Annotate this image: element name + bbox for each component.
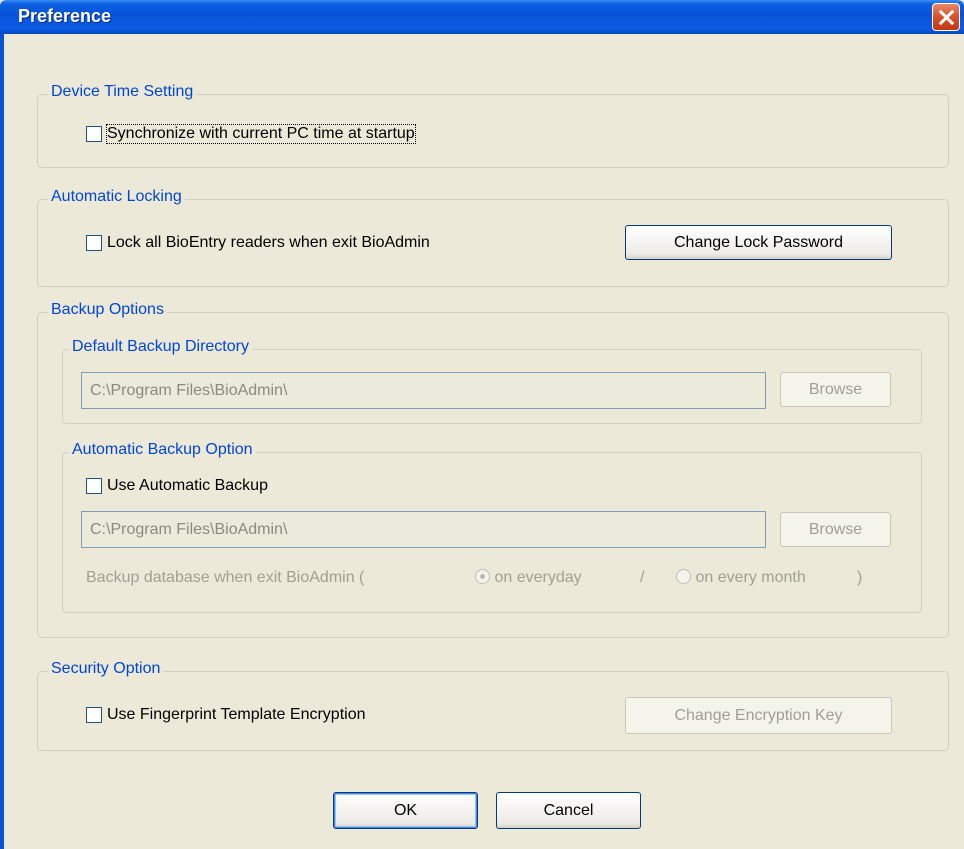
every-month-radio-row[interactable]: on every month <box>676 569 806 587</box>
auto-lock-legend: Automatic Locking <box>48 188 185 206</box>
lock-readers-checkbox-row[interactable]: Lock all BioEntry readers when exit BioA… <box>86 234 430 252</box>
lock-readers-checkbox[interactable] <box>86 235 102 251</box>
auto-backup-browse-button[interactable]: Browse <box>780 512 891 547</box>
window-border <box>0 34 4 849</box>
backup-when-label: Backup database when exit BioAdmin ( <box>86 569 365 586</box>
use-auto-backup-checkbox-row[interactable]: Use Automatic Backup <box>86 477 268 495</box>
everyday-radio-row[interactable]: on everyday <box>475 569 582 587</box>
auto-backup-dir-input[interactable]: C:\Program Files\BioAdmin\ <box>81 511 766 548</box>
encryption-checkbox-row[interactable]: Use Fingerprint Template Encryption <box>86 706 366 724</box>
preference-dialog: Preference Device Time Setting Synchroni… <box>0 0 964 849</box>
ok-button[interactable]: OK <box>333 792 478 829</box>
title-bar[interactable]: Preference <box>0 0 964 34</box>
sync-time-checkbox-row[interactable]: Synchronize with current PC time at star… <box>86 124 416 144</box>
change-encryption-key-button[interactable]: Change Encryption Key <box>625 697 892 734</box>
sync-time-checkbox[interactable] <box>86 126 102 142</box>
window-title: Preference <box>18 6 112 26</box>
change-lock-password-button[interactable]: Change Lock Password <box>625 225 892 260</box>
use-auto-backup-checkbox[interactable] <box>86 478 102 494</box>
default-backup-dir-input[interactable]: C:\Program Files\BioAdmin\ <box>81 372 766 409</box>
security-legend: Security Option <box>48 660 164 678</box>
encryption-checkbox[interactable] <box>86 707 102 723</box>
cancel-button[interactable]: Cancel <box>496 792 641 829</box>
sync-time-label[interactable]: Synchronize with current PC time at star… <box>106 124 416 144</box>
close-icon[interactable] <box>932 3 960 31</box>
encryption-label[interactable]: Use Fingerprint Template Encryption <box>107 706 366 724</box>
lock-readers-label[interactable]: Lock all BioEntry readers when exit BioA… <box>107 234 430 252</box>
everyday-label[interactable]: on everyday <box>494 569 581 586</box>
device-time-legend: Device Time Setting <box>48 83 197 101</box>
default-backup-dir-legend: Default Backup Directory <box>69 338 252 356</box>
close-paren: ) <box>857 569 863 586</box>
every-month-label[interactable]: on every month <box>695 569 805 586</box>
everyday-radio[interactable] <box>475 569 490 584</box>
use-auto-backup-label[interactable]: Use Automatic Backup <box>107 477 268 495</box>
auto-backup-legend: Automatic Backup Option <box>69 441 256 459</box>
every-month-radio[interactable] <box>676 569 691 584</box>
default-dir-browse-button[interactable]: Browse <box>780 372 891 407</box>
backup-options-legend: Backup Options <box>48 301 167 319</box>
radio-separator: / <box>640 569 645 586</box>
